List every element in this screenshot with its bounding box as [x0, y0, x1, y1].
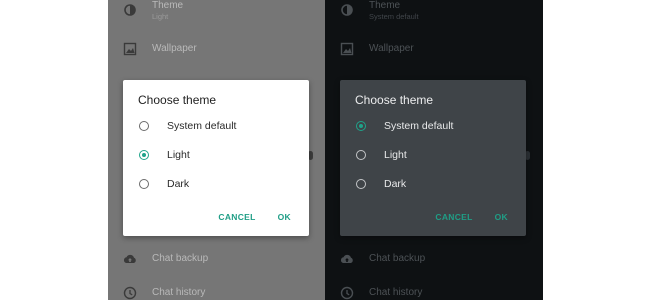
theme-option-system-default[interactable]: System default [340, 114, 526, 138]
choose-theme-dialog-dark: Choose theme System default Light Dark C… [340, 80, 526, 236]
settings-row-title: Chat history [152, 287, 206, 298]
settings-row-title: Chat backup [152, 253, 209, 264]
option-label: Dark [384, 178, 407, 190]
settings-row-theme[interactable]: Theme System default [325, 0, 543, 25]
theme-option-dark[interactable]: Dark [123, 172, 309, 196]
radio-button-selected[interactable] [356, 121, 366, 131]
theme-option-light[interactable]: Light [340, 143, 526, 167]
settings-row-title: Wallpaper [369, 43, 414, 54]
settings-row-title: Chat backup [369, 253, 426, 264]
theme-icon [122, 2, 138, 18]
settings-row-chat-backup[interactable]: Chat backup [108, 244, 326, 274]
dialog-actions: CANCEL OK [435, 212, 508, 222]
settings-row-title: Theme [369, 0, 401, 11]
dialog-title: Choose theme [138, 93, 217, 107]
cloud-upload-icon [339, 251, 355, 267]
settings-row-theme[interactable]: Theme Light [108, 0, 326, 25]
settings-row-title: Wallpaper [152, 43, 197, 54]
option-label: Light [167, 149, 190, 161]
settings-row-subtitle: System default [369, 12, 419, 21]
settings-row-chat-history[interactable]: Chat history [108, 278, 326, 300]
settings-row-wallpaper[interactable]: Wallpaper [325, 34, 543, 64]
radio-button-selected[interactable] [139, 150, 149, 160]
option-label: System default [167, 120, 237, 132]
option-label: Dark [167, 178, 190, 190]
wallpaper-icon [339, 41, 355, 57]
settings-row-chat-backup[interactable]: Chat backup [325, 244, 543, 274]
settings-row-chat-history[interactable]: Chat history [325, 278, 543, 300]
theme-option-light[interactable]: Light [123, 143, 309, 167]
option-label: System default [384, 120, 454, 132]
wallpaper-icon [122, 41, 138, 57]
ok-button[interactable]: OK [278, 212, 291, 222]
cancel-button[interactable]: CANCEL [218, 212, 255, 222]
cancel-button[interactable]: CANCEL [435, 212, 472, 222]
history-icon [339, 285, 355, 300]
dialog-title: Choose theme [355, 93, 434, 107]
settings-row-title: Chat history [369, 287, 423, 298]
ok-button[interactable]: OK [495, 212, 508, 222]
settings-row-wallpaper[interactable]: Wallpaper [108, 34, 326, 64]
radio-button[interactable] [356, 179, 366, 189]
theme-option-system-default[interactable]: System default [123, 114, 309, 138]
theme-option-dark[interactable]: Dark [340, 172, 526, 196]
radio-button[interactable] [139, 179, 149, 189]
settings-row-subtitle: Light [152, 12, 169, 21]
dialog-actions: CANCEL OK [218, 212, 291, 222]
radio-button[interactable] [139, 121, 149, 131]
radio-button[interactable] [356, 150, 366, 160]
cloud-upload-icon [122, 251, 138, 267]
theme-icon [339, 2, 355, 18]
choose-theme-dialog-light: Choose theme System default Light Dark C… [123, 80, 309, 236]
history-icon [122, 285, 138, 300]
option-label: Light [384, 149, 407, 161]
settings-row-title: Theme [152, 0, 184, 11]
